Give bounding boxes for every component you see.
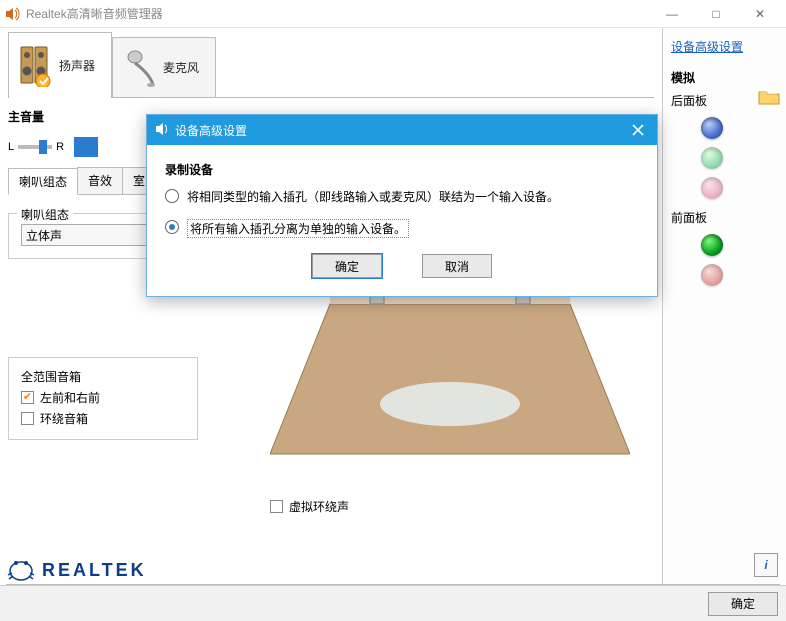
close-button[interactable]: ✕ (738, 0, 782, 28)
dialog-title: 设备高级设置 (175, 122, 247, 139)
radio-separate-inputs[interactable]: 将所有输入插孔分离为单独的输入设备。 (165, 219, 639, 238)
radio-tie-inputs-label: 将相同类型的输入插孔（即线路输入或麦克风）联结为一个输入设备。 (187, 188, 559, 205)
volume-right-label: R (56, 141, 64, 153)
brand-row: REALTEK (6, 557, 147, 583)
checkbox-icon (270, 500, 283, 513)
speaker-icon (4, 6, 20, 22)
balance-slider[interactable] (18, 145, 52, 149)
analog-label: 模拟 (671, 69, 778, 86)
radio-icon (165, 220, 179, 234)
jack-rear-green[interactable] (701, 147, 723, 169)
microphone-icon (121, 47, 157, 89)
jack-rear-blue[interactable] (701, 117, 723, 139)
brand-text: REALTEK (42, 560, 147, 581)
window-titlebar: Realtek高清晰音频管理器 — □ ✕ (0, 0, 786, 28)
volume-left-label: L (8, 141, 14, 153)
volume-slider[interactable] (74, 137, 98, 157)
checkbox-front[interactable]: ✔ 左前和右前 (21, 389, 185, 406)
side-panel: 设备高级设置 模拟 后面板 前面板 (662, 28, 786, 585)
dialog-ok-button[interactable]: 确定 (312, 254, 382, 278)
tab-microphone-label: 麦克风 (163, 59, 199, 76)
virtual-surround-label: 虚拟环绕声 (289, 498, 349, 515)
speaker-icon (155, 122, 169, 139)
subtab-speaker-config[interactable]: 喇叭组态 (8, 168, 78, 195)
recording-devices-label: 录制设备 (165, 161, 639, 178)
folder-icon[interactable] (758, 88, 780, 109)
radio-tie-inputs[interactable]: 将相同类型的输入插孔（即线路输入或麦克风）联结为一个输入设备。 (165, 188, 639, 205)
jack-front-pink[interactable] (701, 264, 723, 286)
front-panel-label: 前面板 (671, 209, 778, 226)
checkbox-icon (21, 412, 34, 425)
footer: 确定 (0, 585, 786, 621)
speaker-config-value: 立体声 (26, 227, 62, 244)
main-pane: 扬声器 麦克风 主音量 L R (0, 28, 662, 585)
tab-speakers-label: 扬声器 (59, 57, 95, 74)
window-title: Realtek高清晰音频管理器 (26, 5, 163, 22)
ok-button[interactable]: 确定 (708, 592, 778, 616)
advanced-settings-link[interactable]: 设备高级设置 (671, 38, 778, 55)
minimize-button[interactable]: — (650, 0, 694, 28)
radio-icon (165, 189, 179, 203)
checkbox-surround-label: 环绕音箱 (40, 410, 88, 427)
subtab-effects[interactable]: 音效 (77, 167, 123, 194)
info-button[interactable]: i (754, 553, 778, 577)
tab-speakers[interactable]: 扬声器 (8, 32, 112, 98)
full-range-legend: 全范围音箱 (21, 370, 81, 384)
checkbox-icon: ✔ (21, 391, 34, 404)
checkbox-front-label: 左前和右前 (40, 389, 100, 406)
checkbox-virtual-surround[interactable]: 虚拟环绕声 (270, 498, 349, 515)
full-range-group: 全范围音箱 ✔ 左前和右前 环绕音箱 (8, 357, 198, 440)
jack-front-green[interactable] (701, 234, 723, 256)
radio-separate-inputs-label: 将所有输入插孔分离为单独的输入设备。 (187, 219, 409, 238)
maximize-button[interactable]: □ (694, 0, 738, 28)
realtek-crab-icon (6, 557, 36, 583)
advanced-settings-dialog: 设备高级设置 录制设备 将相同类型的输入插孔（即线路输入或麦克风）联结为一个输入… (146, 114, 658, 297)
dialog-close-button[interactable] (627, 119, 649, 141)
dialog-titlebar[interactable]: 设备高级设置 (147, 115, 657, 145)
jack-rear-pink[interactable] (701, 177, 723, 199)
speaker-config-legend: 喇叭组态 (17, 206, 73, 223)
device-tabstrip: 扬声器 麦克风 (8, 32, 654, 98)
checkbox-surround[interactable]: 环绕音箱 (21, 410, 185, 427)
speakers-icon (17, 45, 53, 87)
tab-microphone[interactable]: 麦克风 (112, 37, 216, 97)
room-floor-illustration (270, 294, 630, 484)
dialog-cancel-button[interactable]: 取消 (422, 254, 492, 278)
